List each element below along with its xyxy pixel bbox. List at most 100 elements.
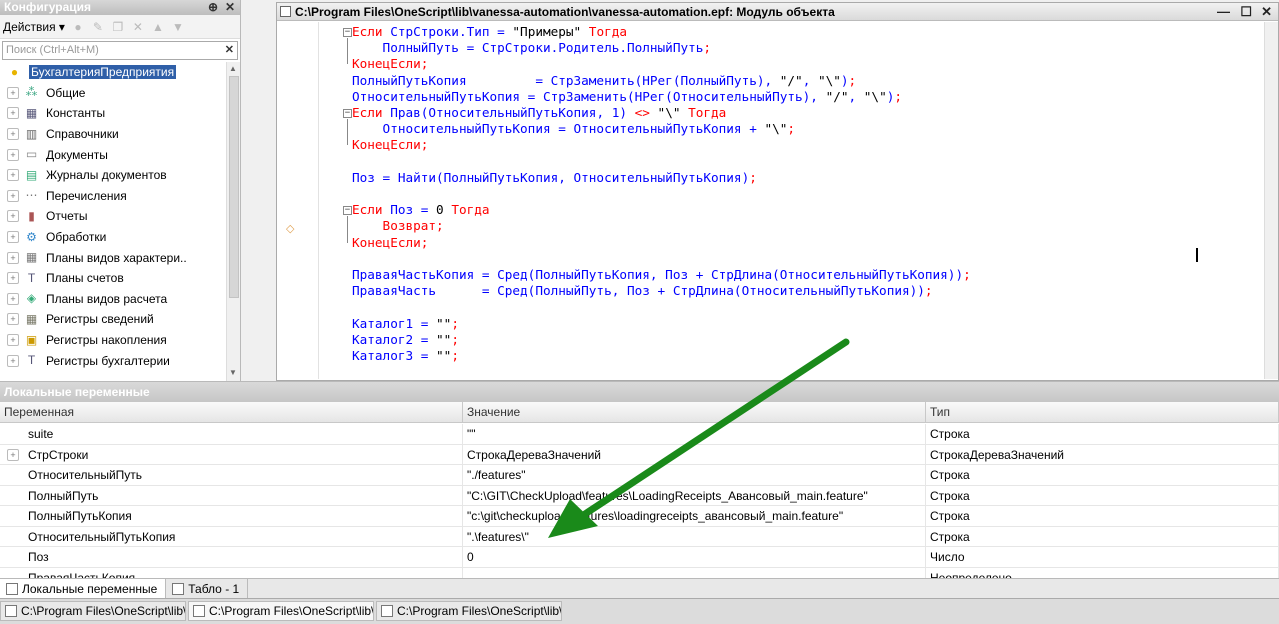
expand-icon[interactable]: + [7, 189, 19, 202]
tree-item[interactable]: + ▤ Журналы документов [0, 165, 226, 186]
tree-item[interactable]: + ▭ Документы [0, 144, 226, 165]
code-line[interactable]: Каталог2 = ""; [352, 332, 459, 348]
tree-item[interactable]: + ▦ Планы видов характери.. [0, 247, 226, 268]
column-type[interactable]: Тип [926, 402, 1279, 423]
cell-value: "./features" [463, 465, 926, 485]
add-icon[interactable]: ● [71, 20, 85, 34]
code-line[interactable]: Каталог3 = ""; [352, 348, 459, 364]
table-header: Переменная Значение Тип [0, 402, 1279, 423]
code-line[interactable]: Каталог1 = ""; [352, 316, 459, 332]
table-row[interactable]: + СтрСтроки СтрокаДереваЗначений СтрокаДере… [0, 444, 1279, 465]
expand-icon[interactable]: + [7, 313, 19, 326]
taskbar-window-button[interactable]: C:\Program Files\OneScript\lib\... [0, 601, 186, 621]
minimize-icon[interactable]: — [1217, 3, 1230, 21]
actions-menu-button[interactable]: Действия ▾ [3, 20, 65, 34]
code-line[interactable]: Если СтрСтроки.Тип = "Примеры" Тогда [352, 24, 627, 40]
scroll-up-icon[interactable]: ▲ [229, 64, 237, 73]
code-token: Если [352, 202, 391, 218]
expand-icon[interactable]: + [7, 210, 19, 223]
breakpoint-marker-icon[interactable]: ◇ [286, 222, 294, 235]
expand-icon[interactable]: + [7, 128, 19, 141]
code-line[interactable]: КонецЕсли; [352, 137, 428, 153]
configuration-panel-title: Конфигурация ⊕ ✕ [0, 0, 240, 15]
column-variable[interactable]: Переменная [0, 402, 463, 423]
editor-gutter[interactable]: ◇ [277, 22, 319, 379]
tree-item[interactable]: + T Регистры бухгалтерии [0, 350, 226, 371]
taskbar-label: C:\Program Files\OneScript\lib\... [209, 604, 374, 618]
scroll-down-icon[interactable]: ▼ [229, 368, 237, 377]
edit-icon[interactable]: ✎ [91, 20, 105, 34]
fold-toggle-icon[interactable]: − [343, 109, 352, 118]
code-area[interactable]: Если СтрСтроки.Тип = "Примеры" Тогда Пол… [320, 22, 1265, 379]
maximize-icon[interactable]: ☐ [1240, 3, 1252, 21]
expand-icon[interactable]: + [7, 334, 19, 347]
search-placeholder: Поиск (Ctrl+Alt+M) [6, 44, 99, 56]
cell-text: "" [467, 427, 476, 441]
column-value[interactable]: Значение [463, 402, 926, 423]
copy-icon[interactable]: ❐ [111, 20, 125, 34]
code-line[interactable]: ПраваяЧасть = Сред(ПолныйПуть, Поз + Стр… [352, 283, 933, 299]
move-down-icon[interactable]: ▼ [171, 20, 185, 34]
code-line[interactable]: ОтносительныйПутьКопия = ОтносительныйПу… [352, 121, 796, 137]
bottom-tab[interactable]: Табло - 1 [166, 579, 249, 598]
tree-item[interactable]: + ⁂ Общие [0, 83, 226, 104]
expand-icon[interactable]: + [7, 448, 19, 461]
taskbar-label: C:\Program Files\OneScript\lib\... [21, 604, 186, 618]
close-window-icon[interactable]: ✕ [1261, 3, 1272, 21]
expand-icon[interactable]: + [7, 148, 19, 161]
pin-icon[interactable]: ⊕ [208, 0, 218, 15]
code-line[interactable]: ПолныйПуть = СтрСтроки.Родитель.ПолныйПу… [352, 40, 711, 56]
table-row[interactable]: ПолныйПутьКопия "c:\git\checkupload\featu… [0, 506, 1279, 527]
code-line[interactable]: Если Поз = 0 Тогда [352, 202, 490, 218]
expand-icon[interactable]: + [7, 354, 19, 367]
code-line[interactable]: КонецЕсли; [352, 56, 428, 72]
table-row[interactable]: ОтносительныйПуть "./features" Строка [0, 465, 1279, 486]
delete-icon[interactable]: ✕ [131, 20, 145, 34]
close-icon[interactable]: ✕ [225, 0, 235, 15]
tree-item[interactable]: + ▥ Справочники [0, 124, 226, 145]
code-line[interactable]: ОтносительныйПутьКопия = СтрЗаменить(НРе… [352, 89, 902, 105]
expand-icon[interactable]: + [7, 292, 19, 305]
configuration-panel: Конфигурация ⊕ ✕ Действия ▾ ● ✎ ❐ ✕ ▲ ▼ … [0, 0, 241, 381]
tree-item[interactable]: + ◈ Планы видов расчета [0, 289, 226, 310]
bottom-tab[interactable]: Локальные переменные [0, 579, 167, 598]
table-row[interactable]: ОтносительныйПутьКопия ".\features\" Строк… [0, 526, 1279, 547]
tree-item-label: Регистры накопления [46, 333, 167, 348]
fold-toggle-icon[interactable]: − [343, 206, 352, 216]
configuration-search-input[interactable]: Поиск (Ctrl+Alt+M) ✕ [2, 41, 238, 60]
cell-text: "C:\GIT\CheckUpload\features\LoadingRece… [467, 488, 868, 503]
tree-scroll-thumb[interactable] [229, 76, 239, 298]
tree-item[interactable]: + ▣ Регистры накопления [0, 330, 226, 351]
tree-scrollbar[interactable]: ▲ ▼ [226, 62, 240, 381]
code-line[interactable]: Если Прав(ОтносительныйПутьКопия, 1) <> … [352, 105, 726, 121]
tree-item[interactable]: + ⋯ Перечисления [0, 186, 226, 207]
expand-icon[interactable]: + [7, 169, 19, 182]
tree-item[interactable]: + ▦ Константы [0, 103, 226, 124]
code-line[interactable]: Возврат; [352, 218, 444, 234]
clear-search-icon[interactable]: ✕ [225, 42, 234, 59]
cell-value: "c:\git\checkupload\features\loadingrece… [463, 506, 926, 526]
tree-item[interactable]: + ⚙ Обработки [0, 227, 226, 248]
move-up-icon[interactable]: ▲ [151, 20, 165, 34]
code-line[interactable]: ПраваяЧастьКопия = Сред(ПолныйПутьКопия,… [352, 267, 971, 283]
taskbar-window-button[interactable]: C:\Program Files\OneScript\lib\... [188, 601, 374, 621]
expand-icon[interactable]: + [7, 86, 19, 99]
editor-scrollbar[interactable] [1264, 22, 1278, 379]
table-row[interactable]: ПолныйПуть "C:\GIT\CheckUpload\features\L… [0, 485, 1279, 506]
expand-icon[interactable]: + [7, 251, 19, 264]
tree-item[interactable]: ● БухгалтерияПредприятия [0, 62, 226, 83]
expand-icon[interactable]: + [7, 231, 19, 244]
tree-item[interactable]: + ▮ Отчеты [0, 206, 226, 227]
fold-toggle-icon[interactable]: − [343, 28, 352, 37]
table-row[interactable]: Поз 0 Число [0, 547, 1279, 568]
code-line[interactable]: Поз = Найти(ПолныйПутьКопия, Относительн… [352, 170, 757, 186]
table-row[interactable]: suite "" Строка [0, 424, 1279, 445]
tree-item[interactable]: + ▦ Регистры сведений [0, 309, 226, 330]
expand-icon[interactable]: + [7, 272, 19, 285]
taskbar-window-button[interactable]: C:\Program Files\OneScript\lib\... [376, 601, 562, 621]
code-line[interactable]: ПолныйПутьКопия = СтрЗаменить(НРег(Полны… [352, 73, 856, 89]
code-line[interactable]: КонецЕсли; [352, 235, 428, 251]
cell-text: Поз [28, 550, 49, 564]
expand-icon[interactable]: + [7, 107, 19, 120]
tree-item[interactable]: + T Планы счетов [0, 268, 226, 289]
